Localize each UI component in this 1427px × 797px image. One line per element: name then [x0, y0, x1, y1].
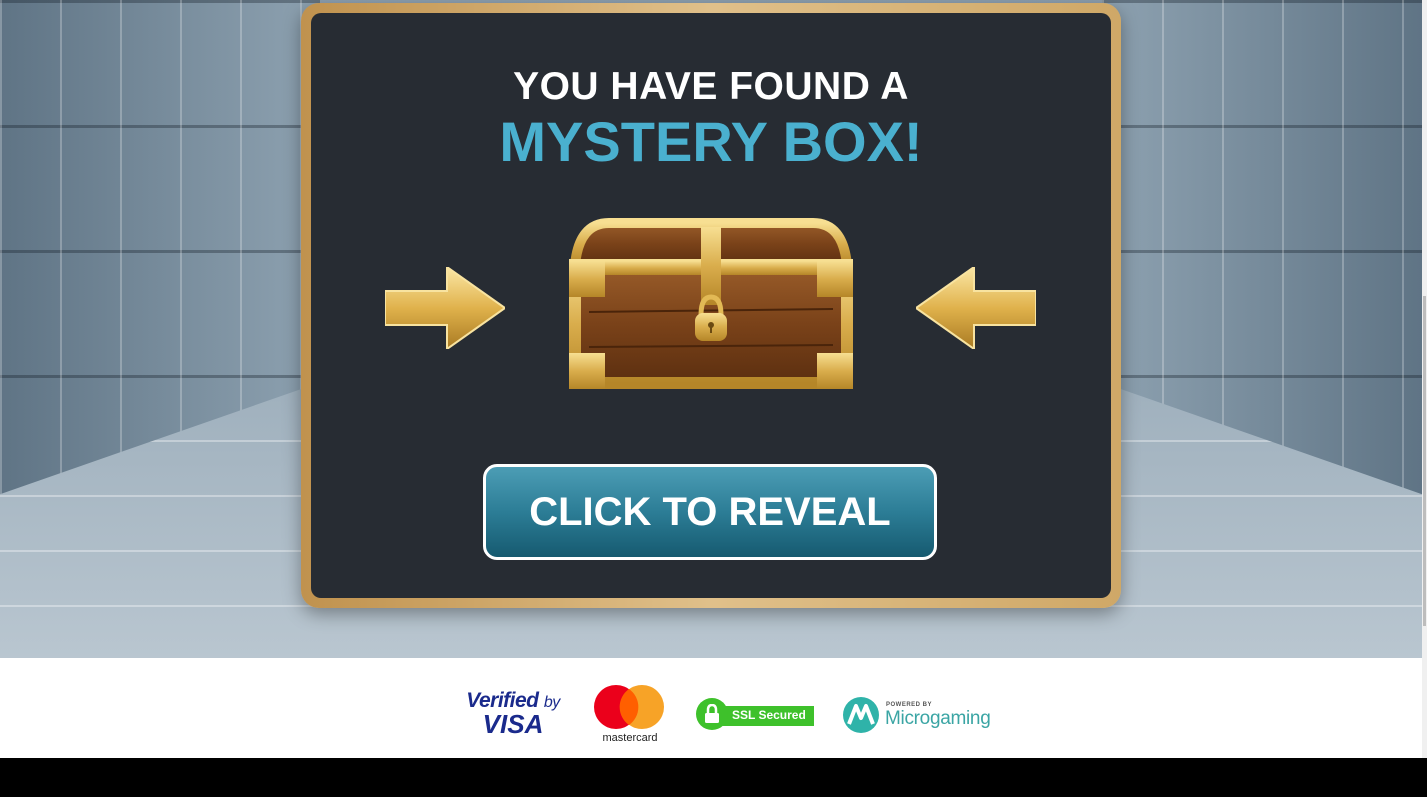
ssl-secured-label: SSL Secured	[732, 708, 806, 722]
visa-by-text: by	[543, 694, 560, 711]
scrollbar-thumb[interactable]	[1423, 296, 1426, 626]
bottom-black-bar	[0, 758, 1427, 797]
microgaming-logo: POWERED BY Microgaming	[842, 696, 1002, 736]
verified-by-visa-logo: Verified by VISA	[461, 690, 565, 737]
microgaming-emblem-icon	[843, 697, 879, 733]
visa-text: VISA	[482, 709, 544, 739]
trust-badges-footer: Verified by VISA mastercard SSL Secured …	[0, 658, 1422, 758]
mastercard-logo: mastercard	[592, 685, 668, 745]
arrow-left-icon	[916, 267, 1036, 349]
click-to-reveal-button[interactable]: CLICK TO REVEAL	[483, 464, 937, 560]
mystery-box-panel: YOU HAVE FOUND A MYSTERY BOX! CLICK TO R…	[311, 13, 1111, 598]
ssl-secured-badge: SSL Secured	[696, 698, 814, 730]
mystery-box-card: YOU HAVE FOUND A MYSTERY BOX! CLICK TO R…	[301, 3, 1121, 608]
subheadline: MYSTERY BOX!	[499, 110, 923, 173]
microgaming-name: Microgaming	[885, 708, 991, 729]
treasure-chest-icon[interactable]	[569, 217, 853, 389]
mastercard-circles-icon	[594, 685, 664, 729]
mastercard-label: mastercard	[602, 732, 658, 744]
headline: YOU HAVE FOUND A	[513, 65, 909, 108]
arrow-right-icon	[385, 267, 505, 349]
footer-scroll-strip	[1422, 658, 1427, 758]
lock-icon	[705, 704, 719, 723]
